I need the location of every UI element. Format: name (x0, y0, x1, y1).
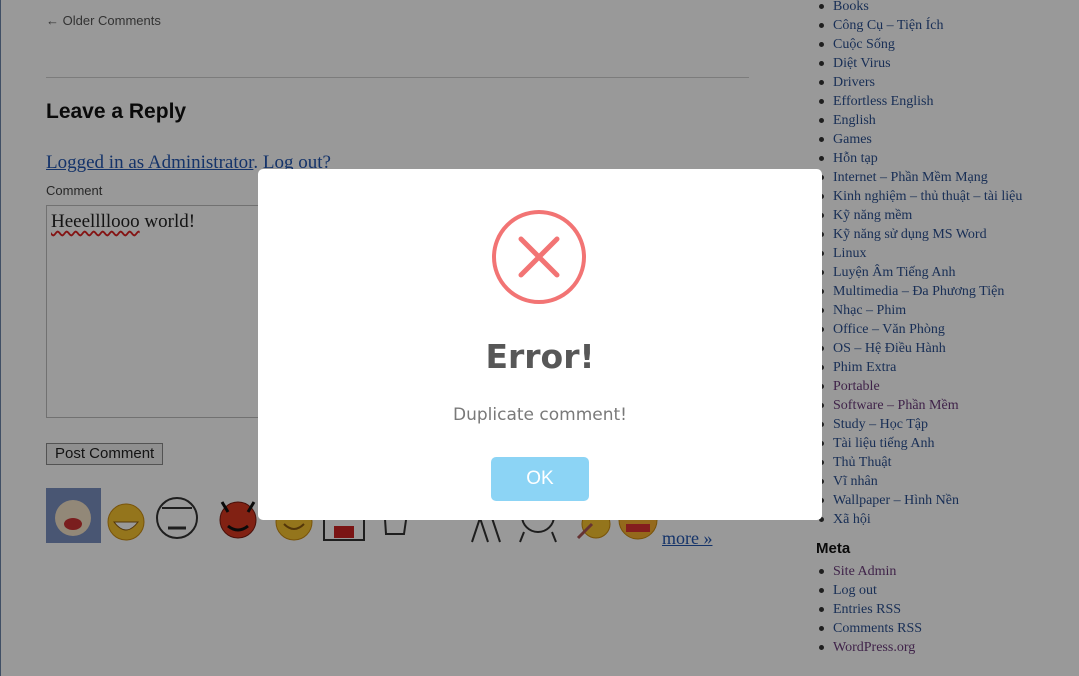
dialog-message: Duplicate comment! (453, 405, 627, 425)
error-x-icon (492, 210, 586, 304)
ok-button[interactable]: OK (491, 457, 589, 501)
dialog-title: Error! (485, 337, 595, 376)
error-dialog: Error! Duplicate comment! OK (258, 169, 822, 520)
